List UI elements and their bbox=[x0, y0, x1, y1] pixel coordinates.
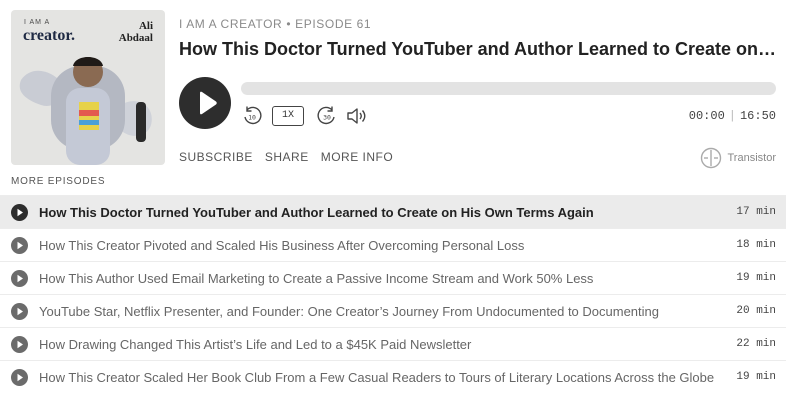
time-separator: | bbox=[728, 109, 736, 123]
episode-list: How This Doctor Turned YouTuber and Auth… bbox=[0, 195, 786, 393]
transistor-logo-icon bbox=[700, 147, 721, 169]
forward-30-button[interactable]: 30 bbox=[316, 105, 338, 132]
cover-author-first: Ali bbox=[138, 20, 153, 32]
episode-play-icon[interactable] bbox=[11, 270, 28, 287]
rewind-10-icon: 10 bbox=[244, 106, 262, 125]
duration: 16:50 bbox=[739, 109, 776, 123]
cover-author-last: Abdaal bbox=[118, 32, 153, 44]
show-name: I AM A CREATOR bbox=[179, 17, 283, 31]
episode-row-title: YouTube Star, Netflix Presenter, and Fou… bbox=[39, 304, 660, 319]
forward-30-icon: 30 bbox=[317, 106, 335, 125]
podcast-cover-art: I AM A creator. Ali Abdaal bbox=[11, 10, 165, 165]
episode-row-title: How Drawing Changed This Artist’s Life a… bbox=[39, 337, 472, 352]
episode-play-icon[interactable] bbox=[11, 204, 28, 221]
play-button[interactable] bbox=[179, 77, 231, 129]
cover-big-text: creator. bbox=[23, 27, 75, 44]
episode-row[interactable]: How Drawing Changed This Artist’s Life a… bbox=[0, 327, 786, 360]
episode-row[interactable]: How This Creator Pivoted and Scaled His … bbox=[0, 228, 786, 261]
episode-meta: I AM A CREATOR • EPISODE 61 bbox=[179, 17, 371, 31]
episode-row[interactable]: How This Doctor Turned YouTuber and Auth… bbox=[0, 195, 786, 228]
meta-separator: • bbox=[286, 17, 292, 31]
episode-row-title: How This Creator Pivoted and Scaled His … bbox=[39, 238, 525, 253]
episode-row-duration: 20 min bbox=[736, 305, 776, 317]
episode-row-title: How This Author Used Email Marketing to … bbox=[39, 271, 594, 286]
episode-row-duration: 17 min bbox=[736, 206, 776, 218]
progress-bar[interactable] bbox=[241, 82, 776, 95]
episode-row-title: How This Creator Scaled Her Book Club Fr… bbox=[39, 370, 715, 385]
more-episodes-label: MORE EPISODES bbox=[11, 176, 106, 187]
episode-play-icon[interactable] bbox=[11, 369, 28, 386]
subscribe-link[interactable]: SUBSCRIBE bbox=[179, 150, 253, 164]
episode-row[interactable]: How This Creator Scaled Her Book Club Fr… bbox=[0, 360, 786, 393]
more-info-link[interactable]: MORE INFO bbox=[321, 150, 394, 164]
episode-row-duration: 22 min bbox=[736, 338, 776, 350]
episode-number: EPISODE 61 bbox=[295, 17, 372, 31]
episode-play-icon[interactable] bbox=[11, 237, 28, 254]
cover-small-text: I AM A bbox=[24, 19, 51, 26]
svg-text:10: 10 bbox=[248, 114, 256, 122]
cover-author: Ali Abdaal bbox=[119, 20, 153, 44]
svg-text:30: 30 bbox=[323, 114, 331, 122]
volume-button[interactable] bbox=[345, 105, 369, 132]
episode-row-duration: 19 min bbox=[736, 371, 776, 383]
episode-row[interactable]: How This Author Used Email Marketing to … bbox=[0, 261, 786, 294]
brand-name: Transistor bbox=[727, 152, 777, 164]
episode-play-icon[interactable] bbox=[11, 303, 28, 320]
episode-row-duration: 19 min bbox=[736, 272, 776, 284]
current-time: 00:00 bbox=[688, 109, 725, 123]
play-icon bbox=[200, 91, 217, 115]
share-link[interactable]: SHARE bbox=[265, 150, 309, 164]
episode-title: How This Doctor Turned YouTuber and Auth… bbox=[179, 39, 779, 59]
volume-icon bbox=[347, 108, 366, 124]
episode-row-duration: 18 min bbox=[736, 239, 776, 251]
episode-row-title: How This Doctor Turned YouTuber and Auth… bbox=[39, 205, 594, 220]
speed-button[interactable]: 1X bbox=[272, 106, 304, 126]
transistor-brand-link[interactable]: Transistor bbox=[700, 147, 777, 169]
episode-play-icon[interactable] bbox=[11, 336, 28, 353]
rewind-10-button[interactable]: 10 bbox=[241, 105, 263, 132]
time-display: 00:00 | 16:50 bbox=[689, 109, 776, 123]
episode-row[interactable]: YouTube Star, Netflix Presenter, and Fou… bbox=[0, 294, 786, 327]
episode-links: SUBSCRIBE SHARE MORE INFO bbox=[179, 150, 405, 164]
